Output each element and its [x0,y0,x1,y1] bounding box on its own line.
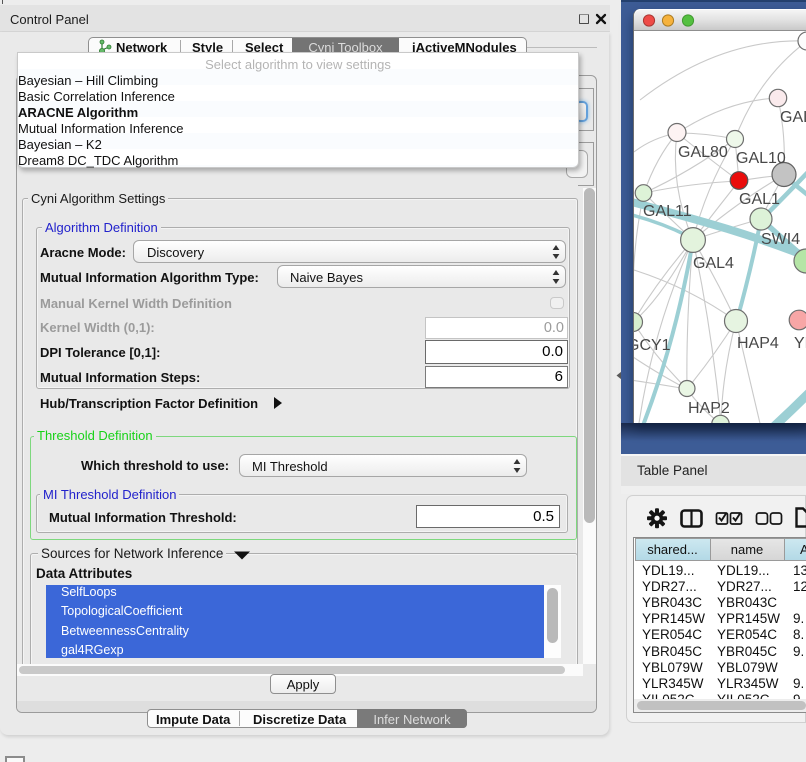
svg-text:HAP2: HAP2 [688,400,730,417]
svg-text:GAL4: GAL4 [693,255,734,272]
svg-text:SWI4: SWI4 [761,231,800,248]
svg-text:HAP4: HAP4 [737,335,779,352]
svg-text:GAL1: GAL1 [739,191,780,208]
svg-text:GAL11: GAL11 [643,203,692,220]
svg-text:GAL7: GAL7 [780,109,806,126]
svg-text:GAL10: GAL10 [736,150,786,167]
svg-text:YL: YL [794,335,806,352]
svg-text:GCY1: GCY1 [634,337,671,354]
svg-text:GAL80: GAL80 [678,144,728,161]
